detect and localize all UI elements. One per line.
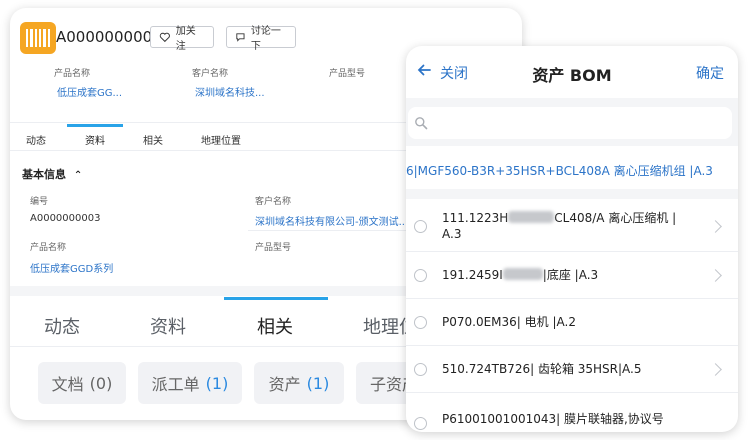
chat-bubble-icon bbox=[236, 33, 245, 42]
bom-list-item[interactable]: P070.0EM36| 电机 |A.2 bbox=[406, 299, 738, 346]
chip-work-orders[interactable]: 派工单 (1) bbox=[138, 362, 242, 404]
bom-item-code: 111.1223H bbox=[442, 211, 509, 225]
model-label: 产品型号 bbox=[255, 243, 292, 253]
bom-list-item[interactable]: 111.1223H CL408/A 离心压缩机 | A.3 bbox=[406, 199, 738, 252]
select-radio[interactable] bbox=[414, 220, 427, 233]
large-tab-related[interactable]: 相关 bbox=[257, 313, 293, 339]
search-area bbox=[406, 98, 738, 146]
redacted-block bbox=[502, 268, 543, 280]
follow-button[interactable]: 加关注 bbox=[150, 26, 214, 52]
select-radio[interactable] bbox=[414, 417, 427, 430]
select-radio[interactable] bbox=[414, 363, 427, 376]
small-tab-indicator bbox=[67, 124, 123, 127]
chip-documents[interactable]: 文档 (0) bbox=[38, 362, 126, 404]
product-value[interactable]: 低压成套GGD系列 bbox=[30, 260, 113, 275]
discuss-button[interactable]: 讨论一下 bbox=[226, 26, 296, 52]
chip-label: 派工单 bbox=[151, 375, 200, 394]
header-field-label: 产品名称 bbox=[54, 69, 91, 79]
small-tab-activity[interactable]: 动态 bbox=[26, 132, 46, 147]
asset-title: A0000000003 bbox=[56, 28, 162, 46]
heart-icon bbox=[159, 32, 170, 43]
bom-item-text: P070.0EM36| 电机 |A.2 bbox=[442, 315, 576, 329]
chip-label: 文档 bbox=[51, 375, 84, 394]
confirm-button[interactable]: 确定 bbox=[696, 63, 724, 83]
bom-item-desc: |底座 |A.3 bbox=[542, 268, 599, 282]
barcode-logo-icon bbox=[20, 22, 56, 54]
small-tab-related[interactable]: 相关 bbox=[143, 132, 163, 147]
small-tab-materials[interactable]: 资料 bbox=[85, 132, 105, 147]
collapse-caret-icon: ⌃ bbox=[73, 170, 83, 181]
product-label: 产品名称 bbox=[30, 243, 67, 253]
header-product-name[interactable]: 低压成套GG... bbox=[57, 84, 122, 99]
section-separator bbox=[406, 189, 738, 199]
search-input[interactable] bbox=[408, 107, 732, 139]
bom-list-item[interactable]: P61001001001043| 膜片联轴器,协议号 bbox=[406, 393, 738, 432]
bom-item-desc: CL408/A 离心压缩机 | bbox=[554, 211, 677, 225]
large-tab-indicator bbox=[224, 297, 328, 300]
bom-item-desc-line2: A.3 bbox=[442, 227, 462, 241]
redacted-block bbox=[508, 211, 555, 223]
large-tab-materials[interactable]: 资料 bbox=[150, 313, 186, 339]
discuss-label: 讨论一下 bbox=[250, 26, 281, 52]
chevron-right-icon[interactable] bbox=[709, 363, 722, 376]
search-icon bbox=[415, 117, 428, 130]
bom-title: 资产 BOM bbox=[532, 66, 612, 85]
chip-count: (0) bbox=[89, 373, 113, 393]
bom-nav-bar: 关闭 资产 BOM 确定 bbox=[406, 46, 738, 98]
select-radio[interactable] bbox=[414, 269, 427, 282]
small-tab-location[interactable]: 地理位置 bbox=[201, 132, 241, 147]
asset-bom-panel: 关闭 资产 BOM 确定 6|MGF560-B3R+35HSR+BCL408A … bbox=[406, 46, 738, 432]
section-basic-info[interactable]: 基本信息 ⌃ bbox=[22, 166, 82, 182]
code-label: 编号 bbox=[30, 197, 49, 207]
bom-item-code: 191.2459I bbox=[442, 268, 503, 282]
select-radio[interactable] bbox=[414, 316, 427, 329]
chevron-right-icon[interactable] bbox=[709, 269, 722, 282]
bom-list-item[interactable]: 510.724TB726| 齿轮箱 35HSR|A.5 bbox=[406, 346, 738, 393]
chip-count: (1) bbox=[205, 373, 229, 393]
header-field-label: 客户名称 bbox=[192, 69, 229, 79]
bom-item-text: 510.724TB726| 齿轮箱 35HSR|A.5 bbox=[442, 362, 642, 376]
bom-item-text: P61001001001043| 膜片联轴器,协议号 bbox=[442, 412, 664, 426]
chevron-right-icon[interactable] bbox=[709, 220, 722, 233]
customer-value[interactable]: 深圳域名科技有限公司-颁文测试... bbox=[255, 213, 408, 228]
bom-list-item[interactable]: 191.2459I |底座 |A.3 bbox=[406, 252, 738, 299]
parent-bom-item[interactable]: 6|MGF560-B3R+35HSR+BCL408A 离心压缩机组 |A.3 bbox=[406, 162, 738, 179]
code-value: A0000000003 bbox=[30, 213, 101, 224]
header-field-label: 产品型号 bbox=[329, 69, 366, 79]
section-title-label: 基本信息 bbox=[22, 168, 66, 181]
customer-label: 客户名称 bbox=[255, 197, 292, 207]
header-customer-name[interactable]: 深圳域名科技... bbox=[195, 84, 265, 99]
chip-assets[interactable]: 资产 (1) bbox=[254, 362, 344, 404]
large-tab-activity[interactable]: 动态 bbox=[44, 313, 80, 339]
follow-label: 加关注 bbox=[175, 26, 196, 52]
chip-count: (1) bbox=[306, 373, 330, 393]
chip-label: 资产 bbox=[268, 375, 301, 394]
